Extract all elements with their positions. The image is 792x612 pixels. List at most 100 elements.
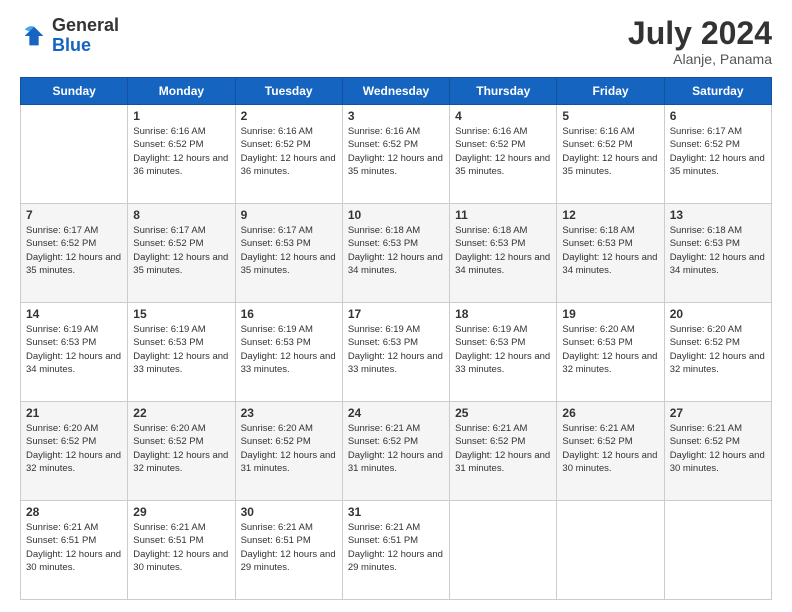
day-info: Sunrise: 6:18 AM Sunset: 6:53 PM Dayligh… (670, 224, 766, 277)
calendar-week-2: 7 Sunrise: 6:17 AM Sunset: 6:52 PM Daylig… (21, 204, 772, 303)
day-number: 21 (26, 406, 122, 420)
day-number: 11 (455, 208, 551, 222)
day-number: 1 (133, 109, 229, 123)
table-row: 24Sunrise: 6:21 AM Sunset: 6:52 PM Dayli… (342, 402, 449, 501)
day-number: 14 (26, 307, 122, 321)
day-info: Sunrise: 6:19 AM Sunset: 6:53 PM Dayligh… (455, 323, 551, 376)
table-row: 26 Sunrise: 6:21 AM Sunset: 6:52 PM Dayli… (557, 402, 664, 501)
day-number: 22 (133, 406, 229, 420)
table-row: 2 Sunrise: 6:16 AM Sunset: 6:52 PM Daylig… (235, 105, 342, 204)
day-number: 29 (133, 505, 229, 519)
table-row: 14 Sunrise: 6:19 AM Sunset: 6:53 PM Dayli… (21, 303, 128, 402)
day-info: Sunrise: 6:19 AM Sunset: 6:53 PM Dayligh… (348, 323, 444, 376)
col-friday: Friday (557, 78, 664, 105)
col-monday: Monday (128, 78, 235, 105)
table-row: 15 Sunrise: 6:19 AM Sunset: 6:53 PM Dayli… (128, 303, 235, 402)
table-row: 8Sunrise: 6:17 AM Sunset: 6:52 PM Daylig… (128, 204, 235, 303)
day-info: Sunrise: 6:20 AM Sunset: 6:52 PM Dayligh… (133, 422, 229, 475)
day-info: Sunrise: 6:21 AM Sunset: 6:52 PM Dayligh… (562, 422, 658, 475)
table-row: 10Sunrise: 6:18 AM Sunset: 6:53 PM Dayli… (342, 204, 449, 303)
day-number: 15 (133, 307, 229, 321)
day-number: 12 (562, 208, 658, 222)
day-number: 10 (348, 208, 444, 222)
day-info: Sunrise: 6:20 AM Sunset: 6:52 PM Dayligh… (26, 422, 122, 475)
day-info: Sunrise: 6:20 AM Sunset: 6:52 PM Dayligh… (670, 323, 766, 376)
day-number: 23 (241, 406, 337, 420)
table-row: 3Sunrise: 6:16 AM Sunset: 6:52 PM Daylig… (342, 105, 449, 204)
day-number: 17 (348, 307, 444, 321)
table-row (664, 501, 771, 600)
table-row: 22 Sunrise: 6:20 AM Sunset: 6:52 PM Dayli… (128, 402, 235, 501)
day-info: Sunrise: 6:19 AM Sunset: 6:53 PM Dayligh… (133, 323, 229, 376)
day-number: 16 (241, 307, 337, 321)
day-number: 31 (348, 505, 444, 519)
day-number: 19 (562, 307, 658, 321)
logo-blue: Blue (52, 35, 91, 55)
col-sunday: Sunday (21, 78, 128, 105)
table-row: 4 Sunrise: 6:16 AM Sunset: 6:52 PM Daylig… (450, 105, 557, 204)
table-row: 28 Sunrise: 6:21 AM Sunset: 6:51 PM Dayli… (21, 501, 128, 600)
calendar-week-4: 21 Sunrise: 6:20 AM Sunset: 6:52 PM Dayli… (21, 402, 772, 501)
day-info: Sunrise: 6:17 AM Sunset: 6:52 PM Dayligh… (26, 224, 122, 277)
col-wednesday: Wednesday (342, 78, 449, 105)
table-row: 12 Sunrise: 6:18 AM Sunset: 6:53 PM Dayli… (557, 204, 664, 303)
day-info: Sunrise: 6:21 AM Sunset: 6:52 PM Dayligh… (455, 422, 551, 475)
day-info: Sunrise: 6:19 AM Sunset: 6:53 PM Dayligh… (26, 323, 122, 376)
day-number: 20 (670, 307, 766, 321)
day-number: 2 (241, 109, 337, 123)
logo-text: General Blue (52, 16, 119, 56)
table-row: 5Sunrise: 6:16 AM Sunset: 6:52 PM Daylig… (557, 105, 664, 204)
table-row: 27Sunrise: 6:21 AM Sunset: 6:52 PM Dayli… (664, 402, 771, 501)
table-row: 21 Sunrise: 6:20 AM Sunset: 6:52 PM Dayli… (21, 402, 128, 501)
day-number: 7 (26, 208, 122, 222)
logo-general: General (52, 15, 119, 35)
day-number: 26 (562, 406, 658, 420)
day-number: 9 (241, 208, 337, 222)
day-info: Sunrise: 6:20 AM Sunset: 6:52 PM Dayligh… (241, 422, 337, 475)
day-info: Sunrise: 6:21 AM Sunset: 6:51 PM Dayligh… (26, 521, 122, 574)
col-saturday: Saturday (664, 78, 771, 105)
calendar-week-5: 28 Sunrise: 6:21 AM Sunset: 6:51 PM Dayli… (21, 501, 772, 600)
table-row: 7 Sunrise: 6:17 AM Sunset: 6:52 PM Daylig… (21, 204, 128, 303)
table-row: 11Sunrise: 6:18 AM Sunset: 6:53 PM Dayli… (450, 204, 557, 303)
day-number: 18 (455, 307, 551, 321)
table-row: 25Sunrise: 6:21 AM Sunset: 6:52 PM Dayli… (450, 402, 557, 501)
table-row: 13 Sunrise: 6:18 AM Sunset: 6:53 PM Dayli… (664, 204, 771, 303)
calendar-week-3: 14 Sunrise: 6:19 AM Sunset: 6:53 PM Dayli… (21, 303, 772, 402)
header: General Blue July 2024 Alanje, Panama (20, 16, 772, 67)
table-row: 9Sunrise: 6:17 AM Sunset: 6:53 PM Daylig… (235, 204, 342, 303)
table-row: 23 Sunrise: 6:20 AM Sunset: 6:52 PM Dayli… (235, 402, 342, 501)
day-info: Sunrise: 6:17 AM Sunset: 6:52 PM Dayligh… (670, 125, 766, 178)
table-row: 31Sunrise: 6:21 AM Sunset: 6:51 PM Dayli… (342, 501, 449, 600)
day-number: 28 (26, 505, 122, 519)
col-tuesday: Tuesday (235, 78, 342, 105)
day-number: 24 (348, 406, 444, 420)
day-info: Sunrise: 6:16 AM Sunset: 6:52 PM Dayligh… (455, 125, 551, 178)
day-info: Sunrise: 6:21 AM Sunset: 6:52 PM Dayligh… (670, 422, 766, 475)
day-number: 4 (455, 109, 551, 123)
col-thursday: Thursday (450, 78, 557, 105)
table-row: 19 Sunrise: 6:20 AM Sunset: 6:53 PM Dayli… (557, 303, 664, 402)
table-row: 17 Sunrise: 6:19 AM Sunset: 6:53 PM Dayli… (342, 303, 449, 402)
day-number: 13 (670, 208, 766, 222)
day-info: Sunrise: 6:16 AM Sunset: 6:52 PM Dayligh… (241, 125, 337, 178)
table-row: 6Sunrise: 6:17 AM Sunset: 6:52 PM Daylig… (664, 105, 771, 204)
day-info: Sunrise: 6:21 AM Sunset: 6:51 PM Dayligh… (133, 521, 229, 574)
day-info: Sunrise: 6:18 AM Sunset: 6:53 PM Dayligh… (562, 224, 658, 277)
day-info: Sunrise: 6:16 AM Sunset: 6:52 PM Dayligh… (133, 125, 229, 178)
location-subtitle: Alanje, Panama (628, 51, 772, 67)
table-row: 30 Sunrise: 6:21 AM Sunset: 6:51 PM Dayli… (235, 501, 342, 600)
calendar-week-1: 1 Sunrise: 6:16 AM Sunset: 6:52 PM Daylig… (21, 105, 772, 204)
table-row: 18 Sunrise: 6:19 AM Sunset: 6:53 PM Dayli… (450, 303, 557, 402)
day-info: Sunrise: 6:19 AM Sunset: 6:53 PM Dayligh… (241, 323, 337, 376)
day-number: 30 (241, 505, 337, 519)
day-info: Sunrise: 6:21 AM Sunset: 6:51 PM Dayligh… (241, 521, 337, 574)
table-row: 1 Sunrise: 6:16 AM Sunset: 6:52 PM Daylig… (128, 105, 235, 204)
calendar-table: Sunday Monday Tuesday Wednesday Thursday… (20, 77, 772, 600)
table-row: 29 Sunrise: 6:21 AM Sunset: 6:51 PM Dayli… (128, 501, 235, 600)
table-row: 16 Sunrise: 6:19 AM Sunset: 6:53 PM Dayli… (235, 303, 342, 402)
calendar-header-row: Sunday Monday Tuesday Wednesday Thursday… (21, 78, 772, 105)
day-info: Sunrise: 6:20 AM Sunset: 6:53 PM Dayligh… (562, 323, 658, 376)
table-row (557, 501, 664, 600)
day-info: Sunrise: 6:17 AM Sunset: 6:52 PM Dayligh… (133, 224, 229, 277)
